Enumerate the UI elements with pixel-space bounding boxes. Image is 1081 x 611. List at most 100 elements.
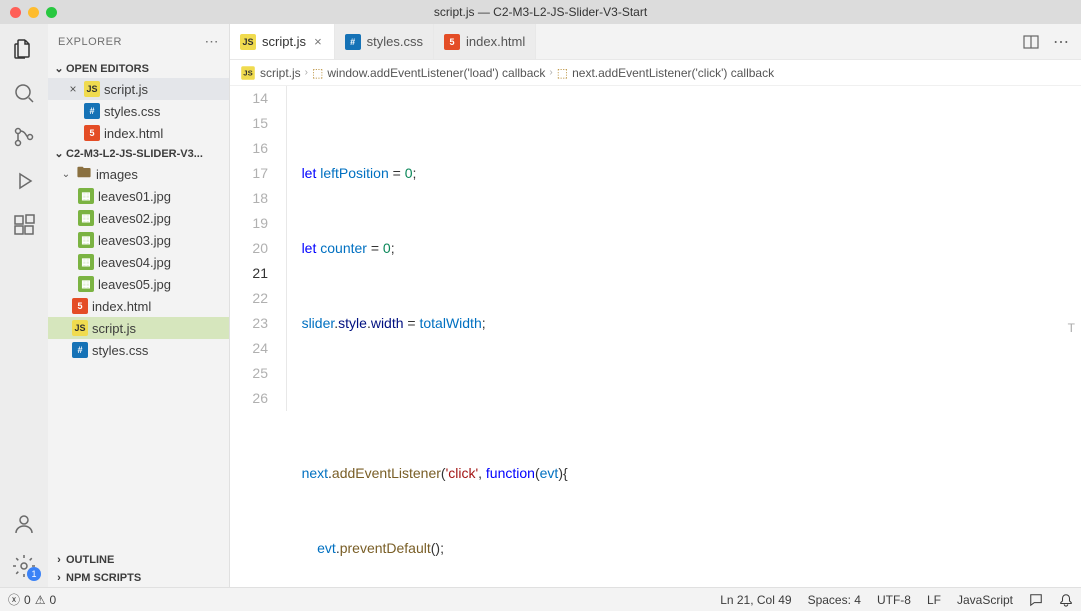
tab-index-html[interactable]: 5 index.html [434, 24, 536, 59]
error-count: 0 [24, 593, 31, 607]
file-label: index.html [104, 126, 163, 141]
source-control-icon[interactable] [11, 124, 37, 150]
file-item[interactable]: ▦ leaves05.jpg [48, 273, 229, 295]
code-editor[interactable]: 14151617181920212223242526 let leftPosit… [230, 86, 1081, 587]
outline-header[interactable]: › OUTLINE [48, 551, 229, 569]
image-file-icon: ▦ [78, 254, 94, 270]
tab-styles-css[interactable]: # styles.css [335, 24, 434, 59]
indentation-status[interactable]: Spaces: 4 [808, 593, 861, 607]
html-file-icon: 5 [72, 298, 88, 314]
text-icon: T [1068, 316, 1075, 341]
line-numbers: 14151617181920212223242526 [230, 86, 286, 587]
error-icon: ⓧ [8, 591, 20, 608]
breadcrumb-symbol[interactable]: ⬚window.addEventListener('load') callbac… [312, 66, 545, 80]
open-editors-label: OPEN EDITORS [66, 63, 149, 75]
breadcrumb-label: script.js [260, 66, 301, 80]
chevron-right-icon: › [549, 67, 552, 78]
file-label: styles.css [92, 343, 148, 358]
editor-area: JS script.js × # styles.css 5 index.html… [230, 24, 1081, 587]
minimize-window[interactable] [28, 7, 39, 18]
file-label: index.html [92, 299, 151, 314]
chevron-down-icon: ⌄ [60, 169, 72, 180]
file-label: leaves05.jpg [98, 277, 171, 292]
outline-label: OUTLINE [66, 554, 114, 566]
chevron-right-icon: › [52, 554, 66, 566]
open-editor-item[interactable]: × JS script.js [48, 78, 229, 100]
feedback-icon[interactable] [1029, 593, 1043, 607]
html-file-icon: 5 [444, 34, 460, 50]
maximize-window[interactable] [46, 7, 57, 18]
settings-badge: 1 [27, 567, 41, 581]
extensions-icon[interactable] [11, 212, 37, 238]
image-file-icon: ▦ [78, 276, 94, 292]
file-label: leaves04.jpg [98, 255, 171, 270]
tab-label: index.html [466, 34, 525, 49]
sidebar-menu-icon[interactable]: ⋯ [205, 33, 220, 50]
npm-label: NPM SCRIPTS [66, 572, 141, 584]
file-label: leaves01.jpg [98, 189, 171, 204]
folder-icon: 🖿 [76, 166, 92, 182]
window-title: script.js — C2-M3-L2-JS-Slider-V3-Start [434, 5, 647, 19]
tab-script-js[interactable]: JS script.js × [230, 24, 335, 59]
js-file-icon: JS [241, 66, 255, 80]
npm-scripts-header[interactable]: › NPM SCRIPTS [48, 569, 229, 587]
close-icon[interactable]: × [66, 82, 80, 96]
file-label: script.js [92, 321, 136, 336]
chevron-down-icon: ⌄ [52, 62, 66, 75]
activity-bar: 1 [0, 24, 48, 587]
debug-icon[interactable] [11, 168, 37, 194]
chevron-down-icon: ⌄ [52, 147, 66, 160]
more-actions-icon[interactable]: ⋯ [1053, 32, 1069, 52]
project-header[interactable]: ⌄ C2-M3-L2-JS-SLIDER-V3... [48, 144, 229, 163]
image-file-icon: ▦ [78, 232, 94, 248]
search-icon[interactable] [11, 80, 37, 106]
eol-status[interactable]: LF [927, 593, 941, 607]
css-file-icon: # [84, 103, 100, 119]
file-item[interactable]: ▦leaves01.jpg [48, 185, 229, 207]
encoding-status[interactable]: UTF-8 [877, 593, 911, 607]
language-status[interactable]: JavaScript [957, 593, 1013, 607]
sidebar-title: EXPLORER [58, 36, 122, 48]
file-item[interactable]: ▦leaves03.jpg [48, 229, 229, 251]
breadcrumb-label: window.addEventListener('load') callback [327, 66, 545, 80]
file-item[interactable]: # styles.css [48, 339, 229, 361]
html-file-icon: 5 [84, 125, 100, 141]
css-file-icon: # [72, 342, 88, 358]
open-editor-item[interactable]: 5 index.html [48, 122, 229, 144]
account-icon[interactable] [11, 511, 37, 537]
file-label: styles.css [104, 104, 160, 119]
window-controls [0, 7, 57, 18]
file-item[interactable]: JSscript.js [48, 317, 229, 339]
tabs-row: JS script.js × # styles.css 5 index.html… [230, 24, 1081, 60]
folder-item[interactable]: ⌄ 🖿 images [48, 163, 229, 185]
file-item[interactable]: 5 index.html [48, 295, 229, 317]
symbol-icon: ⬚ [557, 66, 568, 80]
tab-label: styles.css [367, 34, 423, 49]
titlebar: script.js — C2-M3-L2-JS-Slider-V3-Start [0, 0, 1081, 24]
close-icon[interactable]: × [312, 34, 324, 49]
notifications-icon[interactable] [1059, 593, 1073, 607]
warning-icon: ⚠ [35, 593, 46, 607]
code-content[interactable]: let leftPosition = 0; let counter = 0; s… [286, 86, 1081, 587]
folder-label: images [96, 167, 138, 182]
split-editor-icon[interactable] [1023, 34, 1039, 50]
breadcrumb-label: next.addEventListener('click') callback [572, 66, 774, 80]
open-editors-header[interactable]: ⌄ OPEN EDITORS [48, 59, 229, 78]
close-window[interactable] [10, 7, 21, 18]
breadcrumb-symbol[interactable]: ⬚ next.addEventListener('click') callback [557, 66, 774, 80]
breadcrumb-file[interactable]: JS script.js [240, 65, 301, 81]
file-label: leaves02.jpg [98, 211, 171, 226]
problems-status[interactable]: ⓧ0 ⚠0 [8, 591, 56, 608]
breadcrumbs[interactable]: JSscript.js › ⬚window.addEventListener('… [230, 60, 1081, 86]
js-file-icon: JS [84, 81, 100, 97]
settings-icon[interactable]: 1 [11, 553, 37, 579]
project-label: C2-M3-L2-JS-SLIDER-V3... [66, 148, 203, 160]
cursor-position[interactable]: Ln 21, Col 49 [720, 593, 791, 607]
sidebar: EXPLORER ⋯ ⌄ OPEN EDITORS × JS script.js… [48, 24, 230, 587]
file-item[interactable]: ▦leaves02.jpg [48, 207, 229, 229]
chevron-right-icon: › [305, 67, 308, 78]
file-item[interactable]: ▦ leaves04.jpg [48, 251, 229, 273]
open-editor-item[interactable]: # styles.css [48, 100, 229, 122]
explorer-icon[interactable] [11, 36, 37, 62]
file-label: script.js [104, 82, 148, 97]
